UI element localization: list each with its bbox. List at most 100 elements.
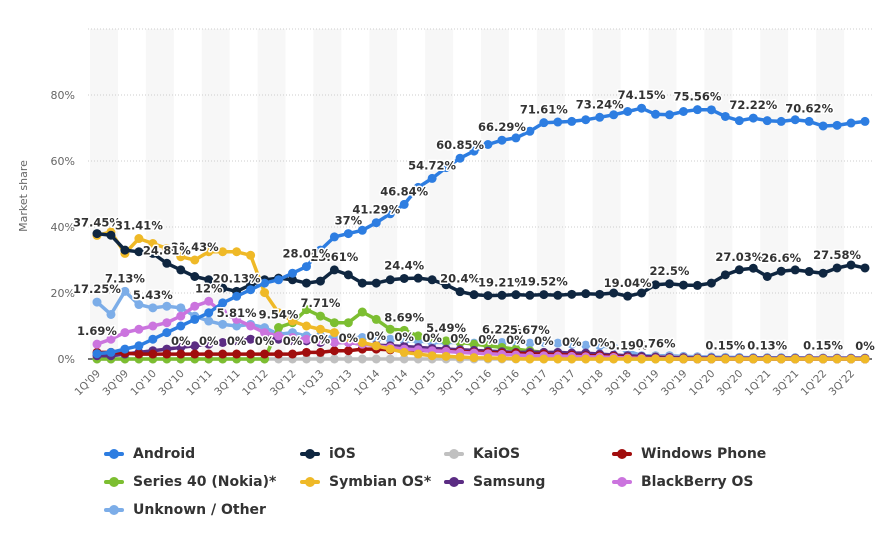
legend-swatch-icon: [612, 449, 632, 459]
data-point: [301, 278, 311, 288]
legend-item[interactable]: Unknown / Other: [104, 502, 266, 518]
x-tick-label: 3Q'19: [659, 368, 690, 399]
legend-item[interactable]: Symbian OS*: [300, 474, 431, 490]
data-point: [539, 290, 549, 300]
data-point: [748, 113, 758, 123]
data-point: [176, 349, 186, 359]
data-point: [134, 234, 144, 244]
data-point: [120, 328, 130, 338]
data-point: [232, 247, 242, 257]
data-point: [190, 349, 200, 359]
legend-label: Unknown / Other: [133, 502, 266, 518]
legend-label: Android: [133, 446, 196, 462]
data-point: [804, 354, 814, 364]
legend-item[interactable]: Windows Phone: [612, 446, 766, 462]
data-label: 27.03%: [715, 250, 763, 264]
data-label: 66.29%: [478, 120, 526, 134]
background-bands: [90, 29, 845, 359]
data-label: 26.6%: [761, 251, 801, 265]
data-point: [357, 354, 367, 364]
legend-item[interactable]: Series 40 (Nokia)*: [104, 474, 276, 490]
data-point: [497, 353, 507, 363]
data-point: [106, 347, 116, 357]
background-band: [648, 29, 677, 359]
x-tick-label: 1Q'10: [128, 368, 159, 399]
data-label: 60.85%: [436, 138, 484, 152]
legend-item[interactable]: KaiOS: [444, 446, 520, 462]
data-point: [483, 353, 493, 363]
data-point: [343, 354, 353, 364]
data-point: [762, 354, 772, 364]
data-point: [706, 278, 716, 288]
data-point: [343, 346, 353, 356]
data-point: [218, 349, 228, 359]
data-label: 46.84%: [380, 184, 428, 198]
data-point: [678, 280, 688, 290]
data-label: 0%: [199, 334, 219, 348]
data-point: [120, 344, 130, 354]
data-point: [539, 354, 549, 364]
data-point: [692, 280, 702, 290]
data-point: [665, 354, 675, 364]
legend-item[interactable]: BlackBerry OS: [612, 474, 754, 490]
data-label: 75.56%: [673, 90, 721, 104]
data-point: [343, 229, 353, 239]
legend-swatch-icon: [612, 477, 632, 487]
legend-item[interactable]: Samsung: [444, 474, 545, 490]
data-point: [525, 126, 535, 136]
data-point: [720, 111, 730, 121]
data-point: [148, 349, 158, 359]
y-tick-label: 0%: [58, 353, 75, 366]
y-tick-label: 80%: [51, 89, 75, 102]
data-point: [204, 296, 214, 306]
data-point: [665, 110, 675, 120]
x-tick-label: 1Q'16: [464, 367, 495, 398]
data-point: [176, 321, 186, 331]
data-point: [329, 265, 339, 275]
data-point: [609, 354, 619, 364]
data-point: [623, 354, 633, 364]
legend-item[interactable]: Android: [104, 446, 195, 462]
data-point: [790, 115, 800, 125]
data-point: [162, 318, 172, 328]
data-point: [441, 336, 451, 346]
data-point: [637, 354, 647, 364]
data-point: [818, 354, 828, 364]
data-point: [595, 289, 605, 299]
x-tick-label: 1Q'14: [352, 367, 383, 398]
data-point: [469, 353, 479, 363]
background-band: [536, 29, 565, 359]
data-point: [371, 218, 381, 228]
data-point: [706, 105, 716, 115]
data-point: [776, 266, 786, 276]
data-point: [120, 245, 130, 255]
data-label: 0%: [367, 329, 387, 343]
x-tick-label: 3Q'10: [156, 368, 187, 399]
data-point: [860, 354, 870, 364]
data-label: 0.76%: [636, 336, 676, 350]
data-point: [595, 354, 605, 364]
data-point: [134, 341, 144, 351]
data-point: [301, 347, 311, 357]
legend-item[interactable]: iOS: [300, 446, 356, 462]
legend-swatch-icon: [104, 477, 124, 487]
data-point: [287, 268, 297, 278]
data-point: [413, 349, 423, 359]
data-point: [148, 334, 158, 344]
data-label: 0.13%: [747, 339, 787, 353]
data-point: [790, 354, 800, 364]
data-label: 54.72%: [408, 158, 456, 172]
data-label: 0.15%: [803, 339, 843, 353]
x-tick-label: 3Q'11: [212, 368, 243, 399]
x-tick-label: 3Q'17: [547, 368, 578, 399]
x-tick-label: 1Q'15: [408, 368, 439, 399]
data-point: [232, 291, 242, 301]
data-point: [678, 354, 688, 364]
x-tick-label: 1Q'19: [631, 368, 662, 399]
data-label: 0%: [855, 339, 875, 353]
legend-label: Windows Phone: [641, 446, 767, 462]
legend-swatch-icon: [104, 449, 124, 459]
data-point: [692, 105, 702, 115]
background-band: [816, 29, 845, 359]
data-point: [762, 116, 772, 126]
